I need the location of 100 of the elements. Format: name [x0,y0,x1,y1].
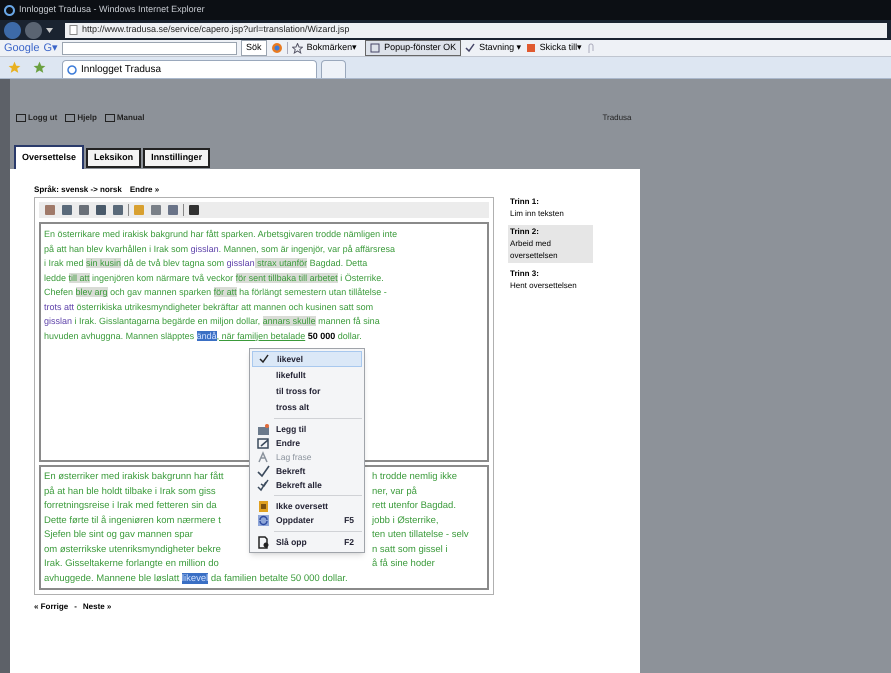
send-icon [526,43,536,53]
amount-text: 50 000 [306,330,336,340]
translation-text: rett utenfor Bagdad. [372,499,456,513]
back-button[interactable] [4,22,21,38]
bookmarks-button[interactable]: Bokmärken▾ [306,41,358,55]
body-text: huvuden avhuggna. Mannen släpptes [44,330,196,340]
body-text: Chefen [44,287,74,297]
brand-label: Tradusa [602,112,632,124]
search-menu-button[interactable]: G▾ [43,40,58,56]
star-icon [292,42,303,54]
next-link[interactable]: Neste » [82,601,112,613]
window-icon [370,43,380,53]
dropdown-caret-icon[interactable] [46,28,53,32]
selected-word: likevel [182,572,208,584]
menu-item[interactable]: Legg til [252,422,362,436]
term-word: gisslan [44,316,72,326]
translation-text: n satt som gissel i [372,542,448,556]
term-word: gisslan [226,258,255,268]
body-text: Bagdad. Detta [308,258,368,268]
menu-item[interactable]: Slå opp F2 [252,535,362,550]
header-link[interactable]: Logg ut [16,112,58,124]
translation-text: forretningsreise i Irak med fetteren sin da [44,499,218,513]
body-text: ingenjören kom närmare två veckor [91,272,234,282]
body-text: En österrikare med irakisk bakgrund har fått sparken. Arbetsgivaren trodde nämligen inte [44,229,398,239]
header-link[interactable]: Manual [104,112,144,124]
phrase-link[interactable]: , när familjen betalade [216,330,306,340]
pager-separator: - [74,601,77,613]
highlighted-phrase: sin kusin [86,258,122,268]
translation-text: jobb i Østerrike, [372,514,439,528]
body-text: i Irak med [44,258,85,268]
highlighted-phrase: för att [214,287,237,297]
paperclip-icon[interactable] [586,42,596,54]
globe-icon[interactable] [270,42,283,54]
previous-link[interactable]: « Forrige [34,601,68,613]
browser-logo-icon [4,4,15,16]
menu-item[interactable]: Ikke oversett [252,499,362,513]
header-link[interactable]: Hjelp [65,112,97,124]
address-field[interactable]: http://www.tradusa.se/service/capero.jsp?url=translation/Wizard.jsp [65,22,887,38]
highlighted-phrase: annars skulle [262,316,316,326]
add-favorite-icon[interactable] [33,61,46,74]
body-text: da familien betalte 50 000 dollar. [210,572,348,584]
menu-item[interactable]: Bekreft [252,464,362,478]
wizard-step[interactable]: Trinn 3: Hent oversettelsen [508,267,593,293]
body-text: ha förlängt semestern utan tillåtelse - [238,287,387,297]
page-icon [69,25,78,35]
highlighted-phrase: blev arg [76,287,108,297]
translation-text: Irak. Gisseltakerne forlangte en million do [44,557,220,571]
change-link[interactable]: Endre » [130,184,160,196]
term-word: gisslan [190,244,219,254]
translation-text: h trodde nemlig ikke [372,470,458,484]
body-text: ledde [44,272,68,282]
popup-blocker-button[interactable]: Popup-fönster OK [365,40,462,56]
body-text: då de två blev tagna som [122,258,226,268]
body-text: mannen få sina [317,316,380,326]
body-text: dollar. [336,330,362,340]
term-word: trots att [44,302,74,312]
body-text: på att han blev kvarhållen i Irak som [44,244,190,254]
new-tab-button[interactable] [321,60,346,78]
translation-text: ten uten tillatelse - selv [372,528,469,542]
suggestion-item[interactable]: til tross for [252,383,362,399]
tab[interactable]: Oversettelse [14,145,84,169]
toolbar-logo: Google [4,40,40,56]
browser-tab[interactable]: Innlogget Tradusa [62,60,317,78]
wizard-step[interactable]: Trinn 1: Lim inn teksten [508,195,593,221]
translation-text: om østerrikske utenriksmyndigheter bekre [44,542,222,556]
window-title: Innlogget Tradusa - Windows Internet Explorer [19,3,205,16]
body-text: i Österrike. [339,272,384,282]
page-icon [16,114,26,122]
translation-text: å få sine hoder [372,557,435,571]
tab[interactable]: Leksikon [86,148,142,168]
translation-text: på at han ble holdt tilbake i Irak som giss [44,484,217,498]
search-button[interactable]: Sök [241,40,267,56]
selected-word: ändå [196,330,217,340]
suggestion-item[interactable]: likefullt [252,367,362,383]
send-to-button[interactable]: Skicka till▾ [526,41,582,55]
page-icon [65,114,76,122]
translation-text: ner, var på [372,484,417,498]
tab[interactable]: Innstillinger [143,148,210,168]
menu-item[interactable]: Bekreft alle [252,478,362,492]
translation-text: Sjefen ble sint og gav mannen spar [44,528,194,542]
body-text: österrikiska utrikesmyndigheter bekräftar att mannen och kusinen satt som [76,302,374,312]
shortcut-label: F2 [344,536,355,549]
shortcut-label: F5 [344,514,355,527]
translation-text: En østerriker med irakisk bakgrunn har fått [44,470,225,484]
body-text: avhuggede. Mannene ble løslatt [44,572,180,584]
suggestion-item[interactable]: tross alt [252,399,362,415]
body-text: . Mannen, som är ingenjör, var på affärsresa [218,244,396,254]
search-field[interactable] [62,42,238,54]
favorites-star-icon[interactable] [8,61,21,74]
page-icon [67,64,77,74]
translation-text: Dette førte til å ingeniøren kom nærmere t [44,514,222,528]
highlighted-phrase: till att [68,272,90,282]
menu-item[interactable]: Endre [252,436,362,450]
document-search-icon [256,536,270,549]
menu-item[interactable]: Oppdater F5 [252,513,362,528]
wizard-step[interactable]: Trinn 2: Arbeid med oversettelsen [508,225,593,263]
spelling-button[interactable]: Stavning ▾ [465,41,522,55]
highlighted-phrase: för sent tillbaka till arbetet [236,272,338,282]
highlighted-phrase: strax utanför [254,258,308,268]
suggestion-item[interactable]: likevel [252,351,362,367]
